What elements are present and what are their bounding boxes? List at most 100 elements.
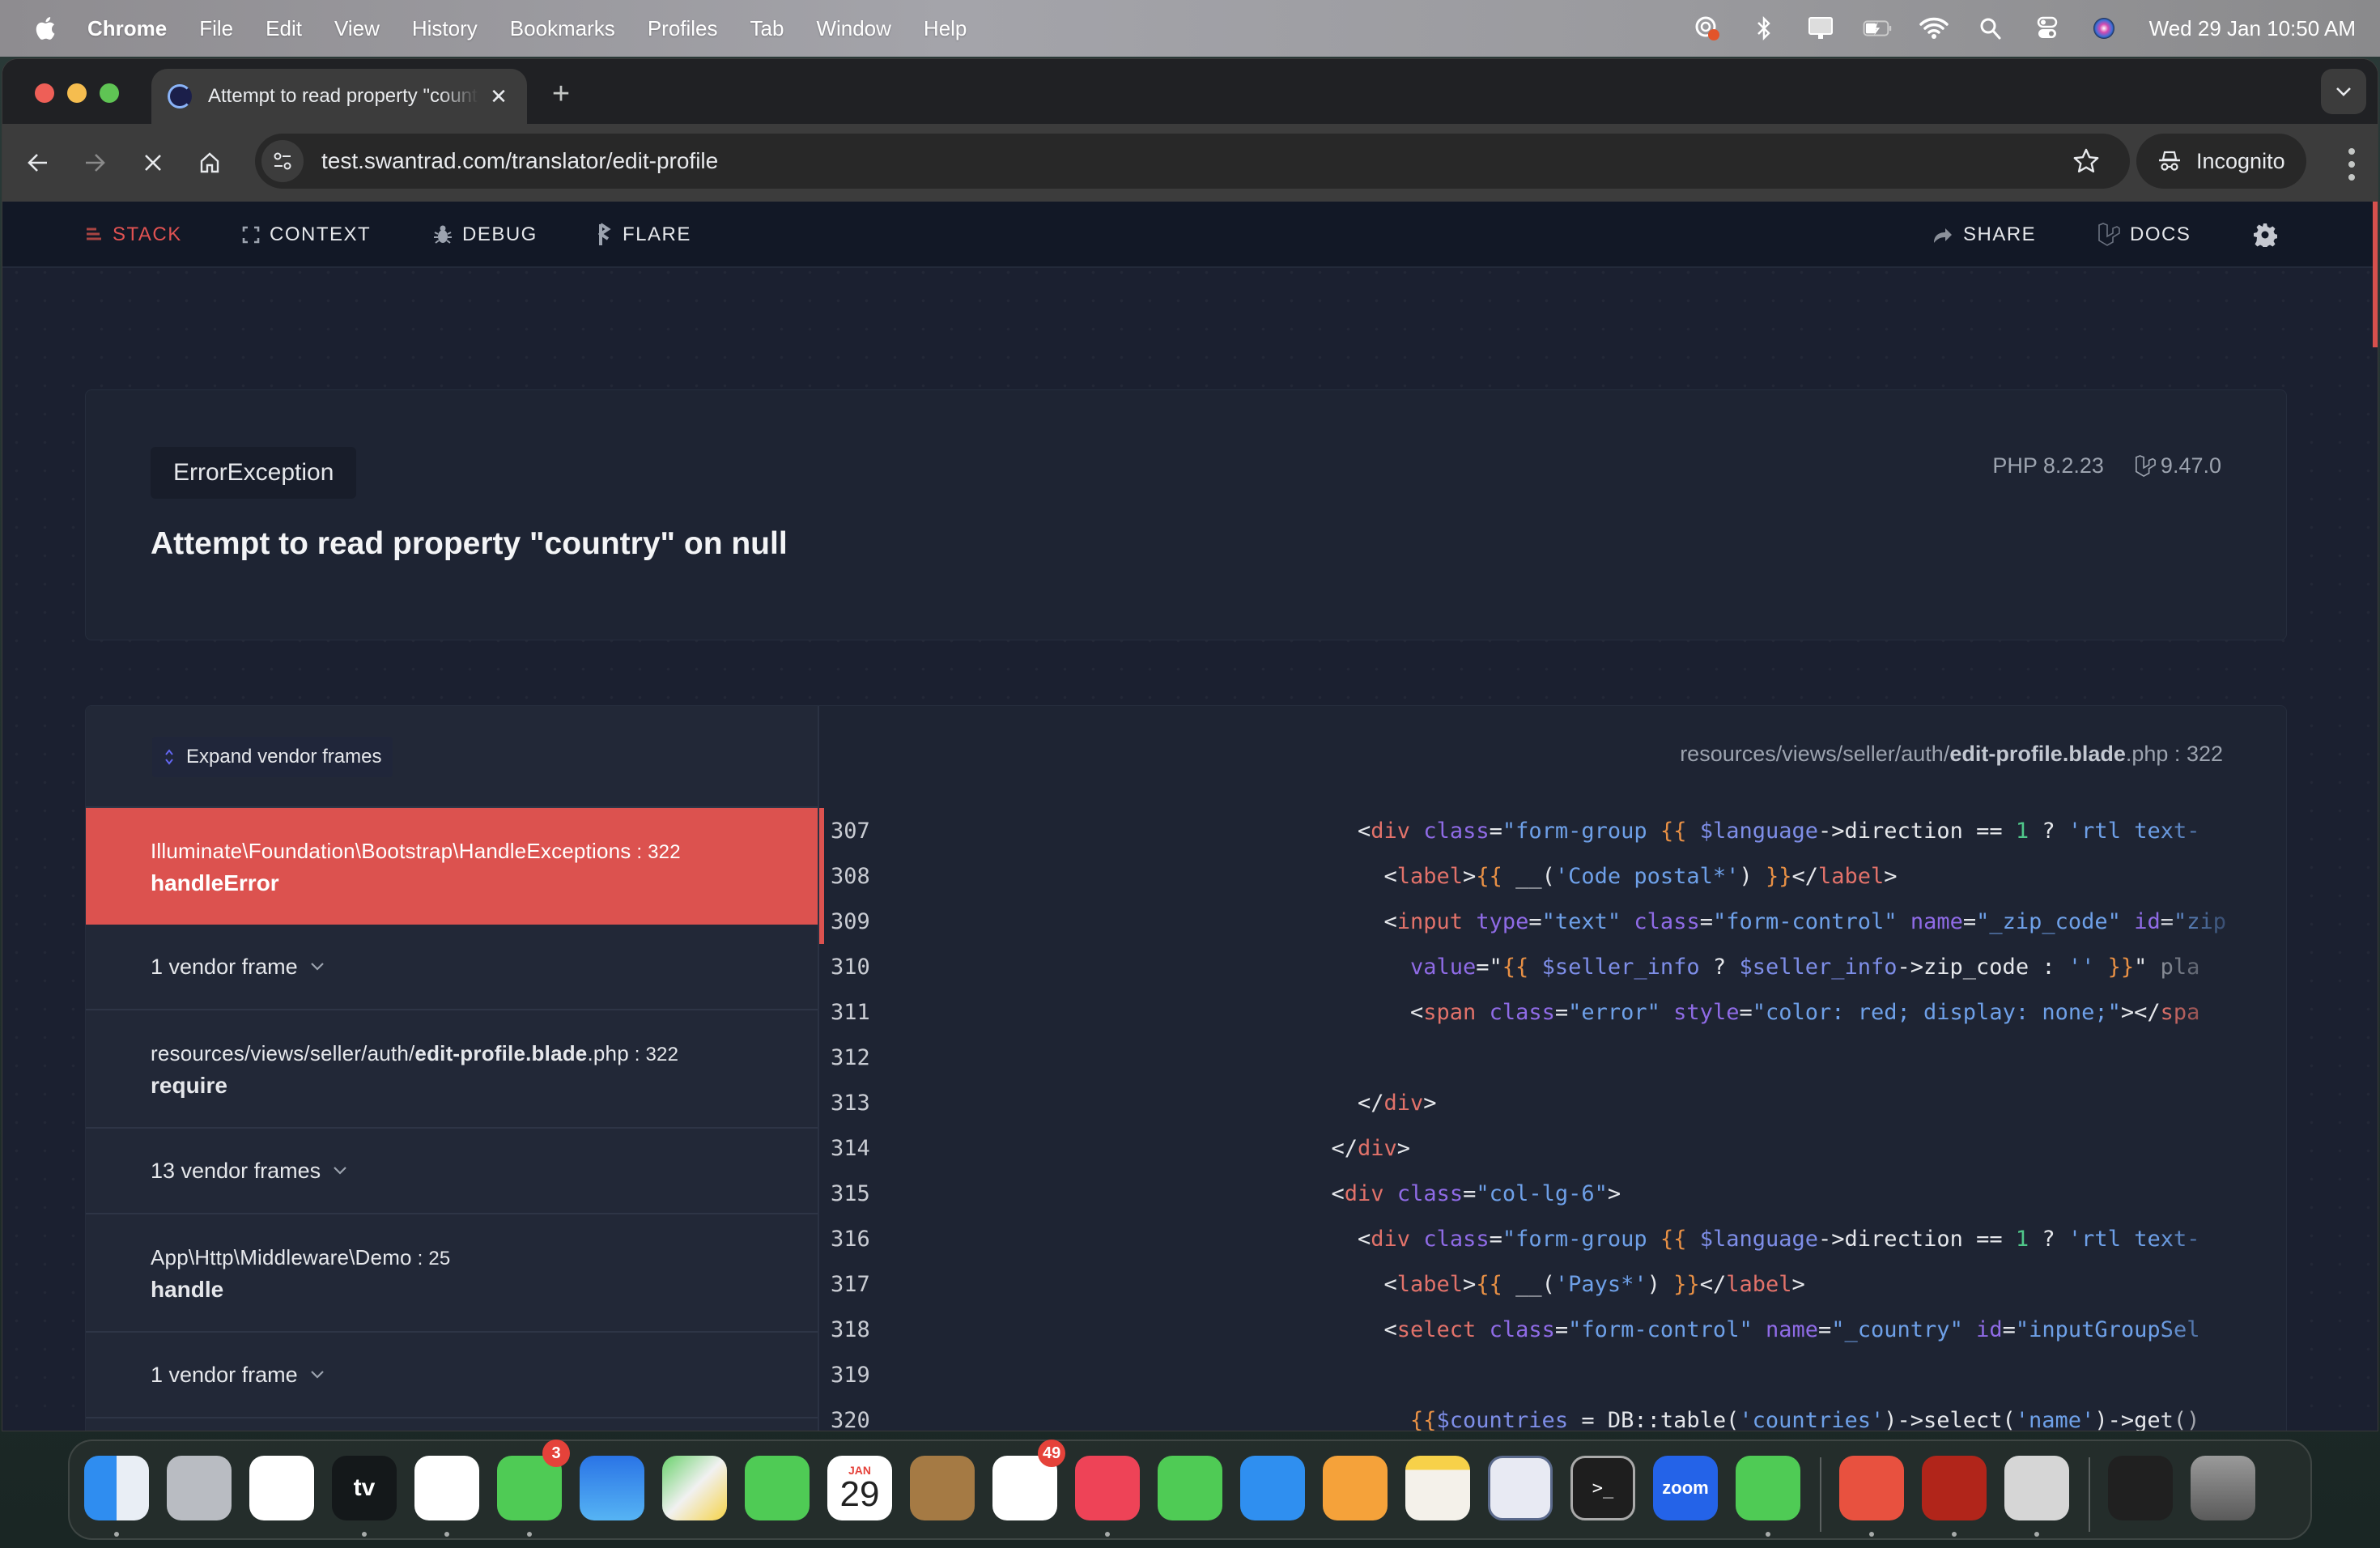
dock-app-zoom-icon[interactable]: zoom (1653, 1456, 1718, 1520)
site-info-tune-icon[interactable] (261, 140, 304, 182)
bookmark-star-icon[interactable] (2072, 147, 2101, 176)
code-token: > (1791, 1271, 1805, 1297)
dock-app-keynote-icon[interactable] (1240, 1456, 1305, 1520)
menu-view[interactable]: View (334, 16, 380, 41)
stack-frame-selected[interactable]: Illuminate\Foundation\Bootstrap\HandleEx… (86, 808, 818, 925)
code-token-brace: {{ (1660, 818, 1687, 844)
dock-app-calculator-icon[interactable] (2004, 1456, 2069, 1520)
code-token-tag: label (1817, 863, 1885, 889)
home-button[interactable] (193, 147, 226, 179)
dock-app-chrome-icon[interactable] (414, 1456, 479, 1520)
dock-app-acrobat-icon[interactable] (1922, 1456, 1987, 1520)
code-token-tag: div (1358, 1135, 1397, 1161)
code-token-string: "col-lg-6" (1476, 1180, 1608, 1206)
minimize-window-button[interactable] (67, 83, 87, 103)
docs-label: DOCS (2130, 223, 2191, 245)
code-token-brace: {{ (1476, 863, 1502, 889)
code-token: = (1818, 1316, 1832, 1342)
dock-app-maps-icon[interactable] (662, 1456, 727, 1520)
nav-stack[interactable]: STACK (85, 202, 182, 268)
stop-loading-button[interactable] (137, 147, 169, 179)
vendor-frames-toggle[interactable]: 13 vendor frames (86, 1129, 818, 1214)
dock-app-terminal-icon[interactable]: >_ (1570, 1456, 1635, 1520)
vendor-frames-label: 1 vendor frame (151, 954, 298, 979)
code-line: 309 < input type = "text" class = "form-contro… (819, 899, 2286, 944)
menu-file[interactable]: File (199, 16, 233, 41)
forward-button[interactable] (79, 147, 111, 179)
dock-app-numbers-icon[interactable] (1158, 1456, 1222, 1520)
dock-app-downloads-stack-icon[interactable] (2108, 1456, 2173, 1520)
bluetooth-icon[interactable] (1749, 14, 1779, 43)
spotlight-search-icon[interactable] (1976, 14, 2005, 43)
dock-app-trash-icon[interactable] (2191, 1456, 2255, 1520)
dock-app-safari-icon[interactable] (249, 1456, 314, 1520)
vendor-frames-toggle[interactable]: 1 vendor frame (86, 1333, 818, 1418)
address-bar[interactable]: test.swantrad.com/translator/edit-profil… (255, 134, 2130, 189)
stack-frame[interactable]: resources/views/seller/auth/edit-profile… (86, 1010, 818, 1129)
vendor-frames-toggle[interactable]: 1 vendor frame (86, 925, 818, 1010)
dock-app-notes-icon[interactable] (1405, 1456, 1470, 1520)
nav-context-label: CONTEXT (270, 223, 372, 245)
menu-help[interactable]: Help (924, 16, 967, 41)
tab-search-button[interactable] (2321, 69, 2366, 114)
menubar-clock[interactable]: Wed 29 Jan 10:50 AM (2149, 16, 2356, 41)
new-tab-button[interactable]: + (545, 77, 577, 112)
incognito-profile-button[interactable]: Incognito (2136, 134, 2306, 189)
chevron-down-icon (310, 963, 324, 971)
bug-icon (434, 225, 452, 244)
chevron-up-down-icon (165, 749, 173, 765)
stack-frame[interactable]: App\Http\Middleware\Demo : 25 handle (86, 1214, 818, 1333)
nav-context[interactable]: CONTEXT (242, 202, 371, 268)
nav-debug[interactable]: DEBUG (433, 202, 538, 268)
code-file-path[interactable]: resources/views/seller/auth/edit-profile… (1680, 742, 2223, 767)
code-token-string: 'countries' (1739, 1407, 1885, 1431)
apple-menu-icon[interactable] (32, 15, 57, 42)
page-scrollbar-thumb[interactable] (2373, 202, 2378, 347)
dock-app-mail-icon[interactable] (580, 1456, 644, 1520)
code-token: ) (1739, 863, 1766, 889)
close-window-button[interactable] (35, 83, 54, 103)
code-token: = (1463, 1180, 1477, 1206)
wifi-icon[interactable] (1919, 14, 1949, 43)
back-button[interactable] (22, 147, 54, 179)
creative-cloud-icon[interactable] (1693, 14, 1722, 43)
menu-tab[interactable]: Tab (750, 16, 784, 41)
share-button[interactable]: SHARE (1932, 202, 2036, 268)
dock-app-facetime-icon[interactable] (745, 1456, 810, 1520)
menu-edit[interactable]: Edit (266, 16, 302, 41)
tab-close-icon[interactable]: ✕ (487, 84, 511, 109)
settings-button[interactable] (2253, 202, 2287, 268)
dock-running-indicator (527, 1532, 532, 1537)
dock-app-finder-icon[interactable] (84, 1456, 149, 1520)
nav-flare[interactable]: FLARE (598, 202, 691, 268)
control-center-icon[interactable] (2033, 14, 2062, 43)
stack-frame[interactable]: App\Http\Middleware\Deactive : 37handle (86, 1418, 818, 1431)
dock-app-system-preferences-icon[interactable] (1488, 1456, 1553, 1520)
menu-window[interactable]: Window (816, 16, 890, 41)
chrome-menu-button[interactable] (2344, 148, 2360, 181)
docs-button[interactable]: DOCS (2097, 202, 2191, 268)
display-icon[interactable] (1806, 14, 1835, 43)
menu-app-chrome[interactable]: Chrome (87, 16, 167, 41)
dock-app-anydesk-icon[interactable] (1839, 1456, 1904, 1520)
frame-path: App\Http\Middleware\Demo : 25 (151, 1245, 818, 1270)
url-text[interactable]: test.swantrad.com/translator/edit-profil… (321, 148, 718, 174)
dock-app-whatsapp-icon[interactable] (1736, 1456, 1800, 1520)
battery-charging-icon[interactable] (1863, 14, 1892, 43)
dock-notification-badge: 49 (1038, 1440, 1066, 1467)
browser-tab-active[interactable]: Attempt to read property "country" on nu… (151, 69, 527, 124)
dock-app-music-icon[interactable] (1075, 1456, 1140, 1520)
expand-vendor-frames-button[interactable]: Expand vendor frames (152, 737, 393, 777)
dock-app-apple-tv-icon[interactable]: tv (332, 1456, 397, 1520)
menu-bookmarks[interactable]: Bookmarks (510, 16, 615, 41)
menu-profiles[interactable]: Profiles (648, 16, 718, 41)
zoom-window-button[interactable] (100, 83, 119, 103)
siri-icon[interactable] (2089, 14, 2119, 43)
dock-app-launchpad-icon[interactable] (167, 1456, 232, 1520)
dock-app-contacts-icon[interactable] (910, 1456, 975, 1520)
menu-history[interactable]: History (412, 16, 478, 41)
dock-app-pages-icon[interactable] (1323, 1456, 1388, 1520)
dock-app-calendar-icon[interactable]: JAN 29 (827, 1456, 892, 1520)
